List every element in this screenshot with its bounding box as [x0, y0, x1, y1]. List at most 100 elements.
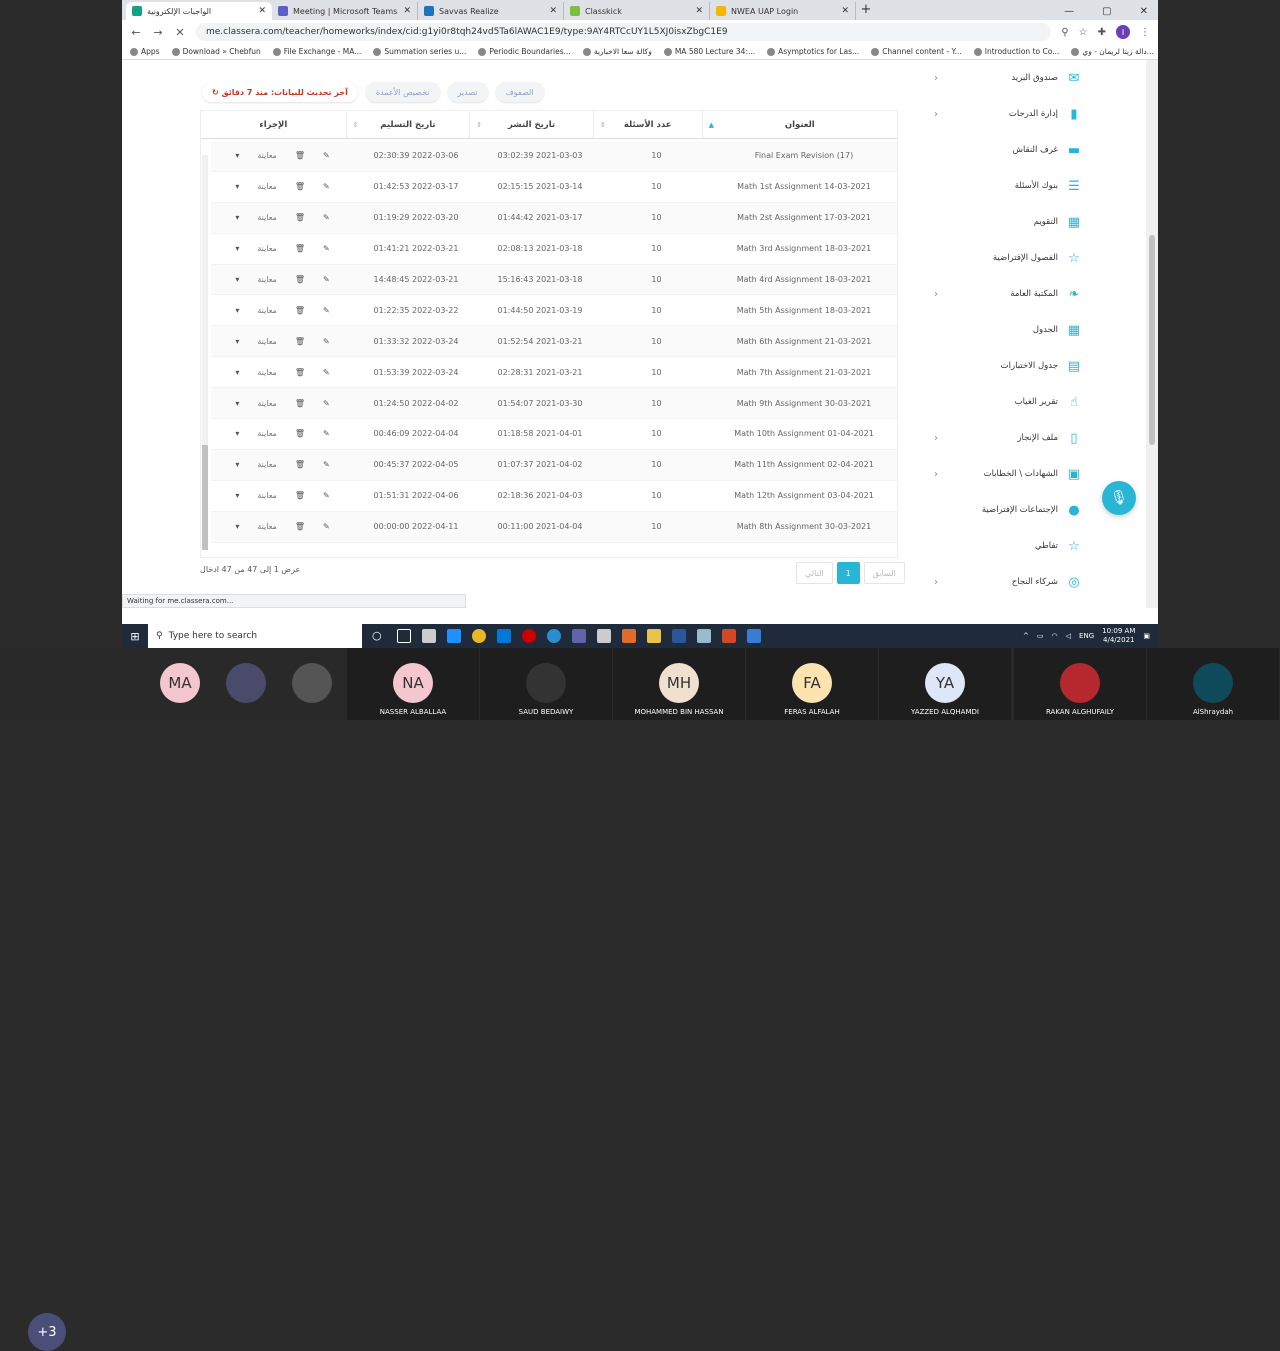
- delete-trash-icon[interactable]: 🗑: [295, 244, 305, 253]
- prev-page-button[interactable]: السابق: [863, 562, 905, 584]
- edit-pencil-icon[interactable]: ✎: [323, 244, 330, 253]
- profile-avatar[interactable]: I: [1116, 25, 1130, 39]
- taskbar-search[interactable]: ⚲ Type here to search: [148, 624, 362, 648]
- sidebar-item[interactable]: ✉ صندوق البريد ‹: [926, 60, 1090, 96]
- edit-pencil-icon[interactable]: ✎: [323, 522, 330, 531]
- rows-button[interactable]: الصفوف: [495, 82, 544, 102]
- network-icon[interactable]: ▭: [1037, 632, 1044, 640]
- address-bar[interactable]: me.classera.com/teacher/homeworks/index/…: [196, 23, 1052, 41]
- task-view-icon[interactable]: [397, 629, 411, 643]
- matlab-icon[interactable]: [622, 629, 636, 643]
- bookmark-item[interactable]: Periodic Boundaries...: [478, 47, 571, 56]
- preview-link[interactable]: معاينة: [257, 275, 277, 284]
- preview-link[interactable]: معاينة: [257, 460, 277, 469]
- edit-pencil-icon[interactable]: ✎: [323, 429, 330, 438]
- chevron-down-icon[interactable]: ▾: [235, 275, 239, 284]
- header-count[interactable]: عدد الأسئلة ⇕: [592, 111, 702, 138]
- chrome-icon[interactable]: [472, 629, 486, 643]
- delete-trash-icon[interactable]: 🗑: [295, 368, 305, 377]
- stop-loading-icon[interactable]: ✕: [174, 26, 186, 39]
- photos-icon[interactable]: [747, 629, 761, 643]
- maximize-icon[interactable]: ▢: [1102, 6, 1111, 17]
- preview-link[interactable]: معاينة: [257, 522, 277, 531]
- windows-start-icon[interactable]: ⊞: [122, 630, 148, 643]
- chevron-down-icon[interactable]: ▾: [235, 399, 239, 408]
- header-title[interactable]: العنوان ▲: [701, 111, 897, 138]
- back-icon[interactable]: ←: [130, 26, 142, 39]
- file-explorer-icon[interactable]: [647, 629, 661, 643]
- bookmark-item[interactable]: وكالة سعا الاخبارية: [582, 47, 652, 56]
- close-tab-icon[interactable]: ✕: [258, 6, 266, 16]
- delete-trash-icon[interactable]: 🗑: [295, 491, 305, 500]
- browser-tab[interactable]: Meeting | Microsoft Teams ✕: [272, 2, 418, 20]
- sidebar-item[interactable]: ● الإجتماعات الإفتراضية: [926, 492, 1090, 528]
- delete-trash-icon[interactable]: 🗑: [295, 429, 305, 438]
- teams-icon[interactable]: [572, 629, 586, 643]
- bookmark-item[interactable]: File Exchange - MA...: [272, 47, 361, 56]
- clock[interactable]: 10:09 AM 4/4/2021: [1102, 627, 1135, 645]
- preview-link[interactable]: معاينة: [257, 213, 277, 222]
- delete-trash-icon[interactable]: 🗑: [295, 275, 305, 284]
- preview-link[interactable]: معاينة: [257, 182, 277, 191]
- bookmark-item[interactable]: Apps: [130, 47, 160, 56]
- edit-pencil-icon[interactable]: ✎: [323, 491, 330, 500]
- preview-link[interactable]: معاينة: [257, 337, 277, 346]
- notifications-icon[interactable]: ▣: [1143, 632, 1150, 640]
- preview-link[interactable]: معاينة: [257, 306, 277, 315]
- chevron-left-icon[interactable]: ‹: [934, 109, 938, 120]
- meeting-participant[interactable]: NA NASSER ALBALLAA: [373, 648, 453, 720]
- opera-icon[interactable]: [522, 629, 536, 643]
- preview-link[interactable]: معاينة: [257, 491, 277, 500]
- minimize-icon[interactable]: —: [1064, 6, 1074, 17]
- chevron-down-icon[interactable]: ▾: [235, 151, 239, 160]
- edit-pencil-icon[interactable]: ✎: [323, 337, 330, 346]
- meeting-participant[interactable]: MH MOHAMMED BIN HASSAN: [634, 648, 724, 720]
- next-page-button[interactable]: التالي: [796, 562, 833, 584]
- chevron-down-icon[interactable]: ▾: [235, 491, 239, 500]
- edit-pencil-icon[interactable]: ✎: [323, 306, 330, 315]
- edit-pencil-icon[interactable]: ✎: [323, 182, 330, 191]
- sidebar-item[interactable]: ▤ جدول الاختبارات: [926, 348, 1090, 384]
- edit-pencil-icon[interactable]: ✎: [323, 460, 330, 469]
- chevron-down-icon[interactable]: ▾: [235, 213, 239, 222]
- chevron-down-icon[interactable]: ▾: [235, 460, 239, 469]
- meeting-participant[interactable]: FA FERAS ALFALAH: [772, 648, 852, 720]
- preview-link[interactable]: معاينة: [257, 244, 277, 253]
- bookmark-star-icon[interactable]: ☆: [1079, 27, 1088, 38]
- meeting-participant[interactable]: AlShraydah: [1173, 648, 1253, 720]
- delete-trash-icon[interactable]: 🗑: [295, 306, 305, 315]
- preview-link[interactable]: معاينة: [257, 151, 277, 160]
- close-window-icon[interactable]: ✕: [1140, 6, 1148, 17]
- delete-trash-icon[interactable]: 🗑: [295, 182, 305, 191]
- chevron-down-icon[interactable]: ▾: [235, 306, 239, 315]
- browser-tab[interactable]: الواجبات الإلكترونية ✕: [126, 2, 272, 20]
- page-scrollbar[interactable]: [1146, 60, 1158, 608]
- chevron-down-icon[interactable]: ▾: [235, 244, 239, 253]
- bookmark-item[interactable]: Introduction to Co...: [973, 47, 1059, 56]
- chevron-left-icon[interactable]: ‹: [934, 289, 938, 300]
- microphone-button[interactable]: 🎙: [1102, 481, 1136, 515]
- delete-trash-icon[interactable]: 🗑: [295, 522, 305, 531]
- delete-trash-icon[interactable]: 🗑: [295, 213, 305, 222]
- volume-icon[interactable]: ◁: [1066, 632, 1071, 640]
- chevron-down-icon[interactable]: ▾: [235, 522, 239, 531]
- close-tab-icon[interactable]: ✕: [695, 6, 703, 16]
- app-icon[interactable]: [497, 629, 511, 643]
- edit-pencil-icon[interactable]: ✎: [323, 151, 330, 160]
- sidebar-item[interactable]: ◎ شركاء النجاح ‹: [926, 564, 1090, 600]
- chevron-up-icon[interactable]: ^: [1023, 632, 1029, 640]
- menu-kebab-icon[interactable]: ⋮: [1140, 27, 1150, 38]
- bookmark-item[interactable]: Summation series u...: [373, 47, 466, 56]
- wifi-icon[interactable]: ◠: [1052, 632, 1058, 640]
- bookmark-item[interactable]: Channel content - Y...: [871, 47, 962, 56]
- preview-link[interactable]: معاينة: [257, 368, 277, 377]
- chevron-left-icon[interactable]: ‹: [934, 73, 938, 84]
- sidebar-item[interactable]: ▣ الشهادات \ الخطابات ‹: [926, 456, 1090, 492]
- edge-icon[interactable]: [547, 629, 561, 643]
- browser-tab[interactable]: Savvas Realize ✕: [418, 2, 564, 20]
- delete-trash-icon[interactable]: 🗑: [295, 460, 305, 469]
- meeting-participant[interactable]: YA YAZZED ALQHAMDI: [905, 648, 985, 720]
- powerpoint-icon[interactable]: [722, 629, 736, 643]
- table-scrollbar[interactable]: [202, 155, 208, 550]
- sidebar-item[interactable]: ▦ الجدول: [926, 312, 1090, 348]
